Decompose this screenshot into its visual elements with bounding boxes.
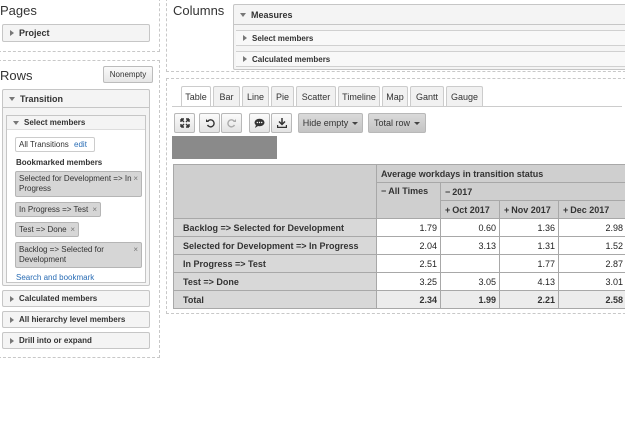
tab-timeline[interactable]: Timeline: [338, 86, 380, 106]
undo-button[interactable]: [199, 113, 220, 133]
tab-pie[interactable]: Pie: [271, 86, 294, 106]
total-cell: 2.58: [558, 290, 625, 309]
row-header[interactable]: Selected for Development => In Progress: [173, 236, 377, 255]
expand-arrow-icon: [10, 295, 14, 302]
table-cell: 2.51: [376, 254, 441, 273]
row-header[interactable]: In Progress => Test: [173, 254, 377, 273]
calculated-members-panel[interactable]: Calculated members: [2, 290, 150, 307]
table-cell: 2.98: [558, 218, 625, 237]
month-header[interactable]: + Nov 2017: [499, 200, 559, 219]
expand-icon[interactable]: +: [445, 205, 450, 215]
expand-arrow-icon: [243, 35, 247, 41]
select-members-header[interactable]: Select members: [236, 30, 625, 46]
calculated-members-header[interactable]: Calculated members: [236, 51, 625, 67]
nonempty-button[interactable]: Nonempty: [103, 66, 153, 83]
fullscreen-button[interactable]: [174, 113, 195, 133]
measure-header: Average workdays in transition status: [376, 164, 625, 183]
table-cell: 2.04: [376, 236, 441, 255]
measures-panel: Measures Select members Calculated membe…: [233, 4, 625, 70]
tab-content-border: [172, 106, 622, 107]
total-row-button[interactable]: Total row: [368, 113, 426, 133]
tab-map[interactable]: Map: [382, 86, 408, 106]
table-cell: 1.36: [499, 218, 559, 237]
pages-title: Pages: [0, 3, 37, 18]
expand-arrow-icon: [10, 30, 14, 36]
export-button[interactable]: [271, 113, 292, 133]
tab-gantt[interactable]: Gantt: [410, 86, 444, 106]
table-cell: 1.79: [376, 218, 441, 237]
bookmark-chip[interactable]: Backlog => Selected for Development ×: [15, 242, 142, 268]
bookmarked-label: Bookmarked members: [16, 158, 103, 167]
bookmark-chip[interactable]: Selected for Development => In Progress ×: [15, 171, 142, 197]
row-header[interactable]: Backlog => Selected for Development: [173, 218, 377, 237]
collapse-icon[interactable]: −: [445, 187, 450, 197]
transition-header[interactable]: Transition: [3, 90, 149, 108]
select-members-header[interactable]: Select members: [7, 116, 145, 130]
collapse-arrow-icon: [9, 96, 15, 101]
expand-arrow-icon: [10, 337, 14, 344]
chevron-down-icon: [414, 121, 420, 125]
table-cell: 0.60: [440, 218, 500, 237]
chevron-down-icon: [352, 121, 359, 125]
undo-icon: [205, 119, 215, 128]
tab-gauge[interactable]: Gauge: [446, 86, 483, 106]
project-dimension[interactable]: Project: [2, 24, 150, 42]
table-cell: 2.87: [558, 254, 625, 273]
table-cell: 4.13: [499, 272, 559, 291]
rows-title: Rows: [0, 68, 33, 83]
month-header[interactable]: + Oct 2017: [440, 200, 500, 219]
expand-arrow-icon: [243, 56, 247, 62]
table-cell: 3.25: [376, 272, 441, 291]
bookmark-chip[interactable]: Test => Done ×: [15, 222, 79, 237]
table-cell: 3.05: [440, 272, 500, 291]
collapse-arrow-icon: [13, 120, 19, 125]
download-icon: [276, 118, 287, 128]
table-cell: 3.01: [558, 272, 625, 291]
month-header[interactable]: + Dec 2017: [558, 200, 625, 219]
tab-table[interactable]: Table: [181, 86, 211, 107]
table-cell: 1.52: [558, 236, 625, 255]
bookmark-chip[interactable]: In Progress => Test ×: [15, 202, 101, 217]
total-row-header: Total: [173, 290, 377, 309]
drill-panel[interactable]: Drill into or expand: [2, 332, 150, 349]
remove-icon[interactable]: ×: [70, 225, 75, 235]
report-title-bar: [172, 136, 277, 159]
search-bookmark-link[interactable]: Search and bookmark: [16, 273, 94, 282]
table-cell: 1.31: [499, 236, 559, 255]
tab-bar[interactable]: Bar: [213, 86, 240, 106]
total-cell: 2.34: [376, 290, 441, 309]
comment-button[interactable]: [249, 113, 270, 133]
tab-scatter[interactable]: Scatter: [296, 86, 336, 106]
edit-link[interactable]: edit: [74, 140, 87, 149]
tab-line[interactable]: Line: [242, 86, 269, 106]
table-cell: 3.13: [440, 236, 500, 255]
collapse-icon[interactable]: −: [381, 186, 386, 196]
columns-title: Columns: [173, 3, 225, 18]
remove-icon[interactable]: ×: [133, 245, 138, 255]
total-cell: 1.99: [440, 290, 500, 309]
hide-empty-button[interactable]: Hide empty: [298, 113, 363, 133]
collapse-arrow-icon: [240, 12, 246, 17]
fullscreen-icon: [179, 118, 190, 128]
redo-button[interactable]: [221, 113, 242, 133]
expand-arrow-icon: [10, 316, 14, 323]
remove-icon[interactable]: ×: [133, 174, 138, 184]
all-transitions-chip: All Transitions edit: [15, 137, 95, 152]
table-cell: 1.77: [499, 254, 559, 273]
expand-icon[interactable]: +: [504, 205, 509, 215]
redo-icon: [226, 119, 236, 128]
total-cell: 2.21: [499, 290, 559, 309]
remove-icon[interactable]: ×: [92, 205, 97, 215]
all-hierarchy-panel[interactable]: All hierarchy level members: [2, 311, 150, 328]
comment-icon: [254, 118, 265, 128]
table-cell: [440, 254, 500, 273]
row-header[interactable]: Test => Done: [173, 272, 377, 291]
all-times-header[interactable]: − All Times: [376, 182, 441, 219]
expand-icon[interactable]: +: [563, 205, 568, 215]
corner-cell: [173, 164, 377, 219]
year-header[interactable]: −2017: [440, 182, 625, 201]
measures-header[interactable]: Measures: [234, 5, 625, 25]
